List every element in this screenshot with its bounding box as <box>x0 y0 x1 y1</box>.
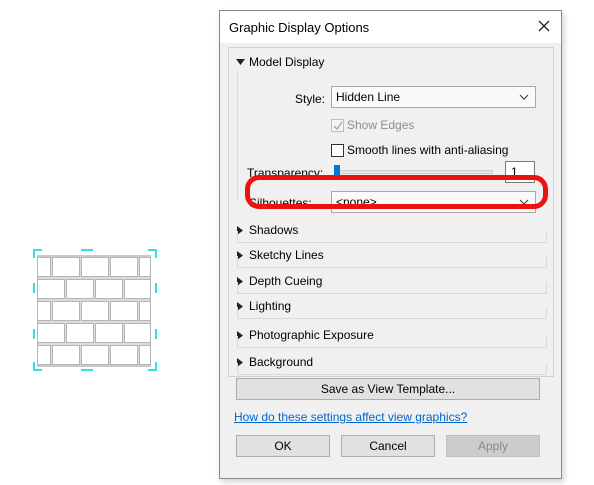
save-view-template-button[interactable]: Save as View Template... <box>236 378 540 400</box>
section-frame <box>237 231 547 243</box>
section-label: Model Display <box>249 55 325 69</box>
section-frame <box>237 307 547 319</box>
dialog-title: Graphic Display Options <box>229 20 370 35</box>
crop-corner-icon <box>148 362 157 371</box>
section-model-display[interactable]: Model Display <box>235 54 324 70</box>
section-frame <box>237 336 547 348</box>
crop-tick <box>33 329 35 339</box>
crop-corner-icon <box>33 249 42 258</box>
close-button[interactable] <box>529 12 559 40</box>
chevron-down-icon <box>519 199 529 205</box>
smooth-lines-label: Smooth lines with anti-aliasing <box>347 143 509 157</box>
section-frame <box>237 363 547 375</box>
title-bar: Graphic Display Options <box>220 11 561 43</box>
crop-corner-icon <box>148 249 157 258</box>
transparency-label: Transparency: <box>247 166 324 180</box>
graphic-display-options-dialog: Graphic Display Options Model Display St… <box>219 10 562 479</box>
close-icon <box>538 20 550 32</box>
checkbox-box[interactable] <box>331 118 344 132</box>
checkmark-icon <box>333 121 343 130</box>
collapse-triangle-icon <box>235 57 245 67</box>
view-preview <box>33 249 157 371</box>
cancel-button[interactable]: Cancel <box>341 435 435 457</box>
options-panel: Model Display Style: Hidden Line Show Ed… <box>228 47 554 377</box>
apply-button[interactable]: Apply <box>446 435 540 457</box>
section-frame <box>237 282 547 294</box>
silhouettes-value: <none> <box>336 195 377 209</box>
ok-button[interactable]: OK <box>236 435 330 457</box>
crop-tick <box>33 283 35 293</box>
transparency-slider-track[interactable] <box>335 170 493 174</box>
show-edges-checkbox[interactable]: Show Edges <box>331 117 414 133</box>
checkbox-box[interactable] <box>331 143 344 157</box>
style-value: Hidden Line <box>336 90 401 104</box>
crop-tick <box>155 283 157 293</box>
transparency-slider-thumb[interactable] <box>334 165 340 179</box>
help-link[interactable]: How do these settings affect view graphi… <box>234 410 467 424</box>
silhouettes-label: Silhouettes: <box>249 196 312 210</box>
style-dropdown[interactable]: Hidden Line <box>331 86 536 108</box>
show-edges-label: Show Edges <box>347 118 415 132</box>
chevron-down-icon <box>519 94 529 100</box>
section-frame <box>237 256 547 268</box>
silhouettes-dropdown[interactable]: <none> <box>331 191 536 213</box>
crop-tick <box>81 249 93 251</box>
smooth-lines-checkbox[interactable]: Smooth lines with anti-aliasing <box>331 142 508 158</box>
section-border <box>237 70 238 200</box>
crop-tick <box>155 329 157 339</box>
transparency-input[interactable]: 1 <box>505 161 535 183</box>
brick-wall-graphic <box>37 255 151 367</box>
crop-corner-icon <box>33 362 42 371</box>
crop-tick <box>81 369 93 371</box>
style-label: Style: <box>294 92 325 106</box>
